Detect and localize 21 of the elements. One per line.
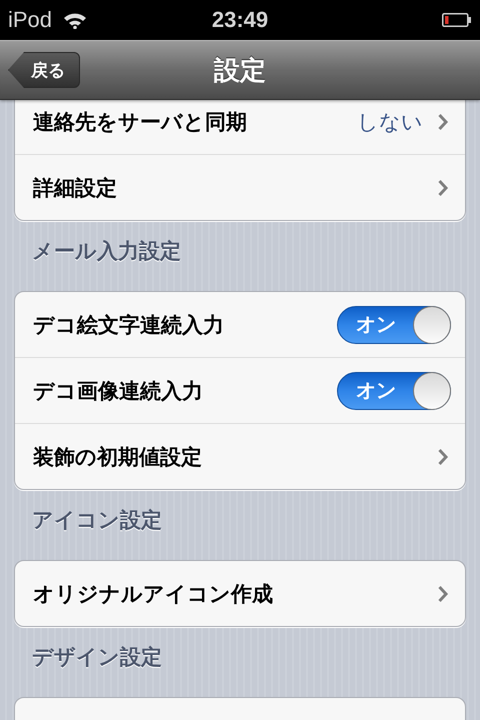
row-label: 装飾の初期値設定 <box>33 444 202 470</box>
row-label: 詳細設定 <box>33 174 117 202</box>
row-label: 連絡先をサーバと同期 <box>33 108 247 136</box>
chevron-icon <box>437 448 449 466</box>
row-label: デコ絵文字連続入力 <box>33 312 224 338</box>
chevron-icon <box>437 178 449 196</box>
clock-time: 23:49 <box>212 7 268 33</box>
toggle-switch[interactable]: オン <box>337 306 451 344</box>
chevron-icon <box>437 112 449 130</box>
chevron-icon <box>437 584 449 602</box>
carrier-label: iPod <box>8 7 52 33</box>
toggle-switch[interactable]: オン <box>337 372 451 410</box>
row-label: オリジナルアイコン作成 <box>33 580 273 608</box>
row-value: しない <box>357 108 423 136</box>
section-header: アイコン設定 <box>31 507 163 534</box>
wifi-icon <box>62 11 88 29</box>
row-label: デコ画像連続入力 <box>33 378 203 404</box>
section-header: デザイン設定 <box>31 644 163 671</box>
section-header: メール入力設定 <box>31 238 182 265</box>
back-button[interactable]: 戻る <box>8 52 80 88</box>
screen-title: 設定 <box>214 54 266 88</box>
